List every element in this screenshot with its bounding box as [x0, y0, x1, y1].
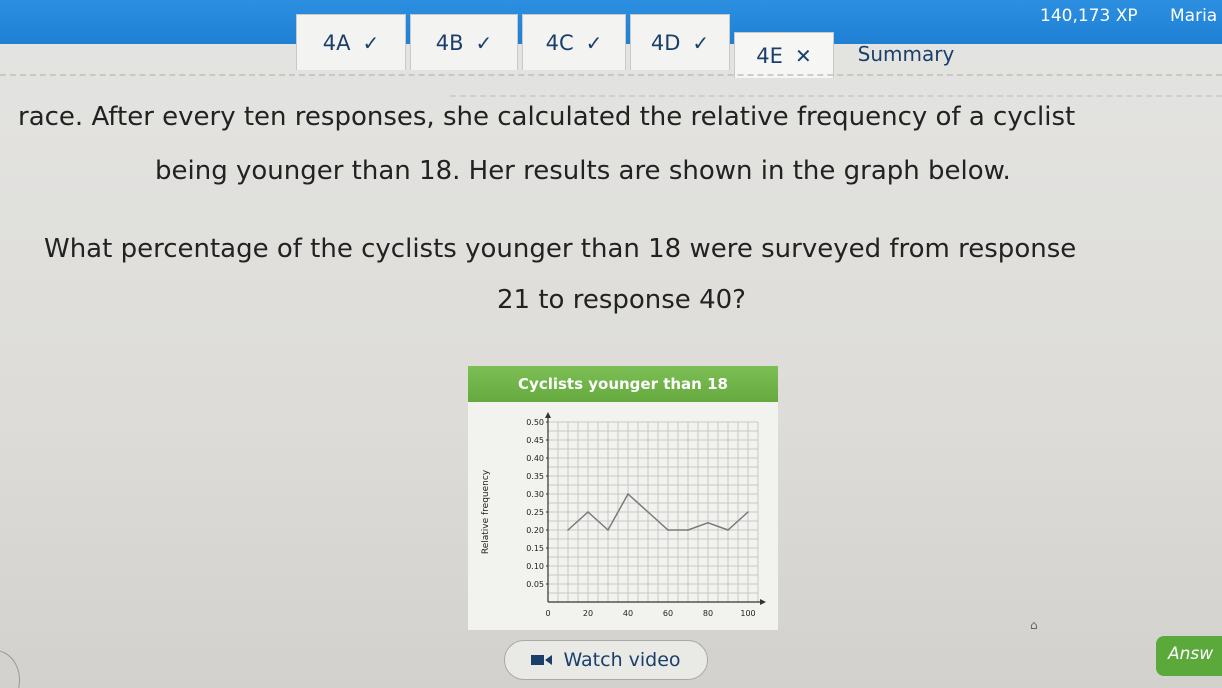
- check-icon: ✓: [585, 30, 603, 55]
- data-point: [627, 493, 629, 495]
- question-text: 21 to response 40?: [497, 285, 746, 315]
- y-tick-label: 0.30: [526, 490, 544, 499]
- video-icon: [531, 654, 553, 666]
- data-point: [567, 529, 569, 531]
- tab-4c[interactable]: 4C ✓: [522, 14, 626, 70]
- x-axis-arrow: [760, 599, 766, 605]
- tab-label: Summary: [857, 42, 955, 66]
- watch-video-label: Watch video: [563, 649, 681, 671]
- cross-icon: ✕: [794, 43, 812, 68]
- question-text: race. After every ten responses, she cal…: [18, 102, 1076, 132]
- data-point: [667, 529, 669, 531]
- x-tick-label: 0: [545, 609, 550, 618]
- y-tick-label: 0.15: [526, 544, 544, 553]
- chart-title: Cyclists younger than 18: [468, 366, 778, 402]
- x-tick-label: 40: [623, 609, 633, 618]
- check-icon: ✓: [475, 30, 493, 55]
- y-tick-label: 0.10: [526, 562, 544, 571]
- tab-4a[interactable]: 4A ✓: [296, 14, 406, 70]
- data-point: [587, 511, 589, 513]
- y-tick-label: 0.05: [526, 580, 544, 589]
- y-tick-label: 0.40: [526, 454, 544, 463]
- y-axis-label: Relative frequency: [481, 469, 491, 554]
- data-point: [647, 511, 649, 513]
- user-name[interactable]: Maria: [1170, 6, 1217, 26]
- y-tick-label: 0.35: [526, 472, 544, 481]
- answer-button[interactable]: Answ: [1156, 636, 1222, 676]
- data-point: [747, 511, 749, 513]
- watch-video-button[interactable]: Watch video: [504, 640, 708, 680]
- question-text: being younger than 18. Her results are s…: [155, 156, 1011, 186]
- chart-card: Cyclists younger than 18 0.05 0.10 0.15 0.2…: [468, 366, 778, 630]
- cursor-icon: ⌂: [1030, 618, 1038, 632]
- check-icon: ✓: [692, 30, 710, 55]
- xp-counter: 140,173 XP: [1040, 6, 1138, 26]
- tab-label: 4D: [650, 30, 681, 55]
- decorative-curve: [0, 650, 20, 688]
- divider: [450, 95, 1222, 97]
- y-tick-label: 0.20: [526, 526, 544, 535]
- tab-label: 4E: [756, 43, 783, 68]
- tab-4b[interactable]: 4B ✓: [410, 14, 518, 70]
- tab-label: 4C: [545, 30, 574, 55]
- y-tick-label: 0.45: [526, 436, 544, 445]
- x-tick-label: 20: [583, 609, 593, 618]
- tab-4d[interactable]: 4D ✓: [630, 14, 730, 70]
- data-point: [607, 529, 609, 531]
- question-text: What percentage of the cyclists younger …: [44, 234, 1077, 264]
- tab-summary[interactable]: Summary: [846, 34, 966, 74]
- tab-4e[interactable]: 4E ✕: [734, 32, 834, 78]
- tab-label: 4B: [435, 30, 464, 55]
- x-tick-label: 80: [703, 609, 713, 618]
- data-point: [687, 529, 689, 531]
- x-tick-label: 100: [740, 609, 755, 618]
- check-icon: ✓: [362, 30, 380, 55]
- tab-label: 4A: [322, 30, 351, 55]
- data-point: [707, 522, 709, 524]
- x-tick-label: 60: [663, 609, 673, 618]
- y-tick-label: 0.25: [526, 508, 544, 517]
- line-chart: 0.05 0.10 0.15 0.20 0.25 0.30 0.35 0.40 0.45 0.50…: [481, 412, 766, 618]
- y-tick-label: 0.50: [526, 418, 544, 427]
- y-axis-arrow: [545, 412, 551, 418]
- data-point: [727, 529, 729, 531]
